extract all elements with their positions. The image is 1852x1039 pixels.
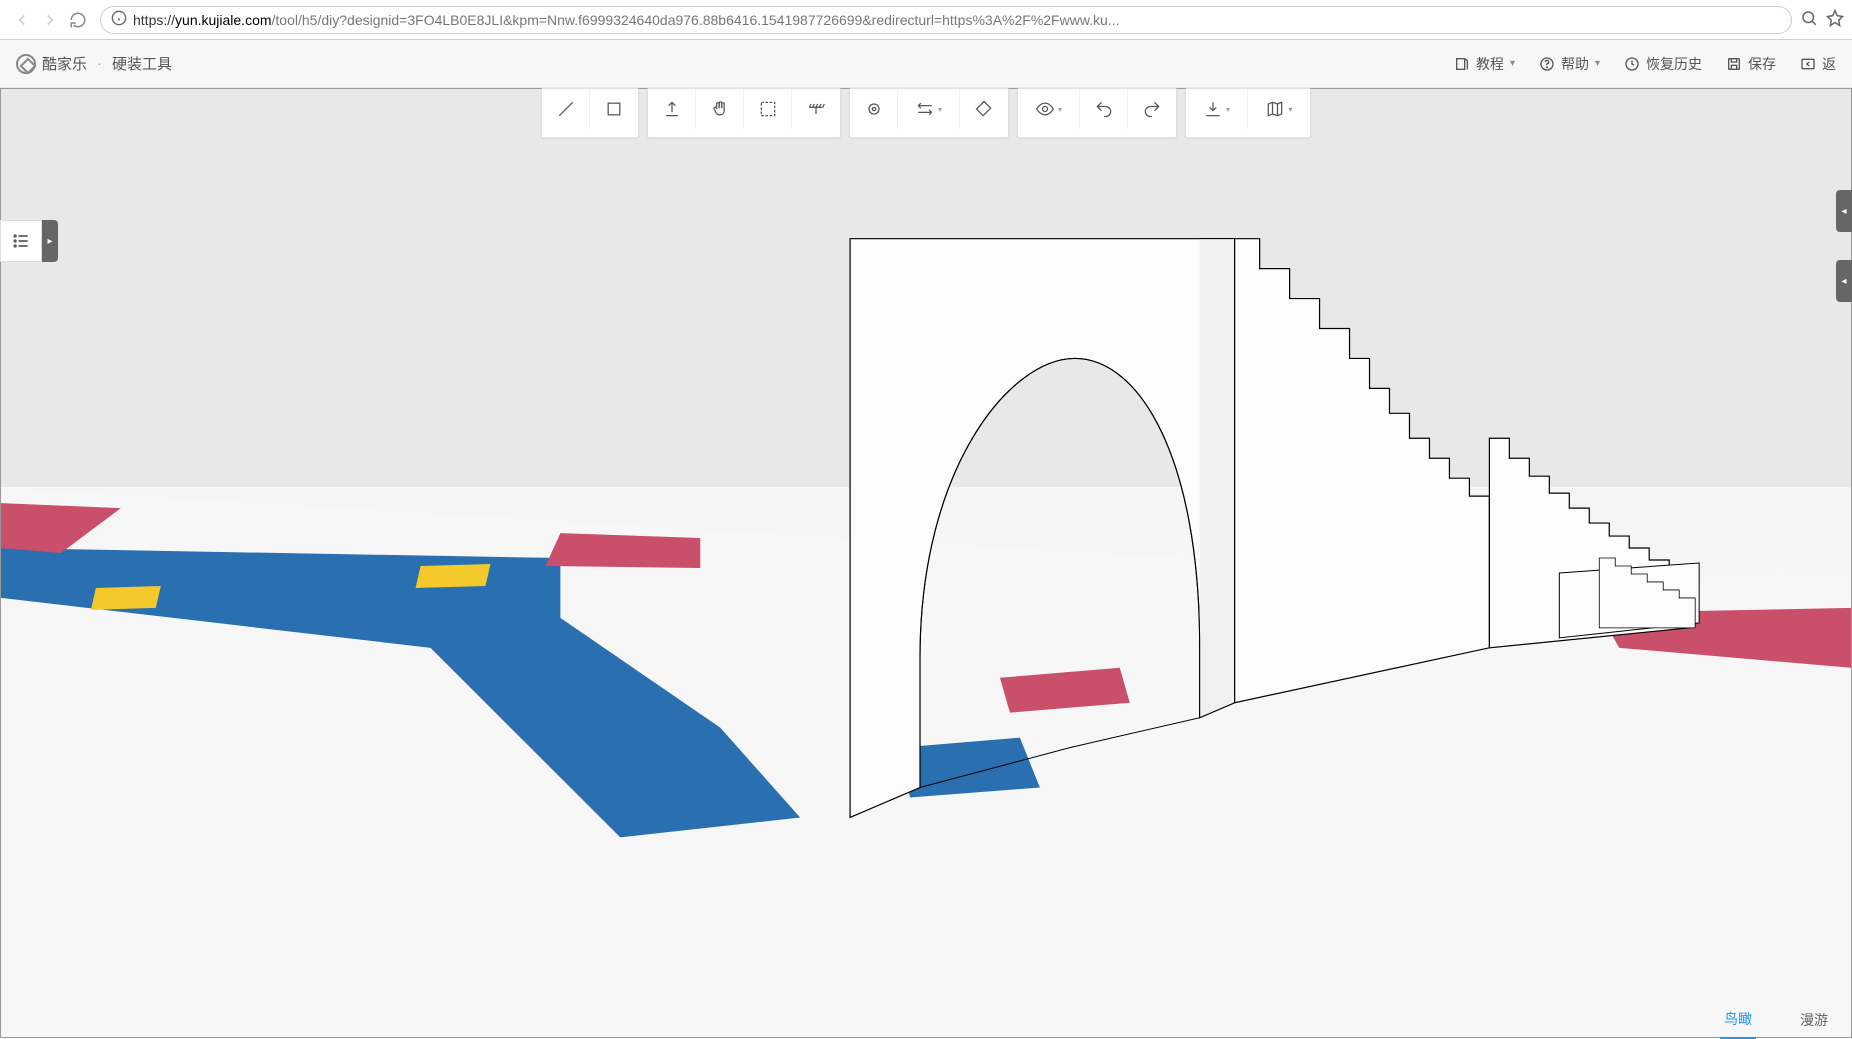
tool-group-draw (541, 88, 639, 138)
app-header: 酷家乐 · 硬装工具 教程 ▾ 帮助 ▾ 恢复历史 保存 返 (0, 40, 1852, 88)
extrude-tool[interactable] (648, 89, 696, 129)
brand-name: 酷家乐 (42, 53, 87, 74)
tool-name: 硬装工具 (112, 53, 172, 74)
map-tool[interactable]: ▾ (1248, 89, 1310, 129)
list-icon (0, 220, 42, 262)
logo-icon (16, 54, 36, 74)
help-label: 帮助 (1561, 54, 1589, 74)
tool-group-material: ▾ (849, 88, 1009, 138)
tutorial-label: 教程 (1476, 54, 1504, 74)
url-prefix: https:// (133, 12, 175, 28)
tutorial-button[interactable]: 教程 ▾ (1454, 54, 1515, 74)
tool-group-view: ▾ (1017, 88, 1177, 138)
browser-star-icon[interactable] (1826, 9, 1844, 30)
save-label: 保存 (1748, 54, 1776, 74)
brand-separator: · (97, 55, 102, 72)
chevron-down-icon: ▾ (1058, 105, 1062, 114)
side-panel-toggle[interactable]: ▸ (0, 220, 58, 262)
redo-tool[interactable] (1128, 89, 1176, 129)
tool-group-export: ▾ ▾ (1185, 88, 1311, 138)
browser-reload-button[interactable] (64, 6, 92, 34)
scene-illustration (1, 89, 1851, 1037)
restore-label: 恢复历史 (1646, 54, 1702, 74)
right-panel-handle-2[interactable]: ◂ (1836, 260, 1852, 302)
view-tabs: 鸟瞰 漫游 (1720, 1002, 1832, 1038)
select-area-tool[interactable] (744, 89, 792, 129)
target-tool[interactable] (850, 89, 898, 129)
back-label: 返 (1822, 54, 1836, 74)
chevron-down-icon: ▾ (1510, 58, 1515, 69)
save-button[interactable]: 保存 (1726, 54, 1776, 74)
right-panel-handle-1[interactable]: ◂ (1836, 190, 1852, 232)
help-button[interactable]: 帮助 ▾ (1539, 54, 1600, 74)
undo-tool[interactable] (1080, 89, 1128, 129)
header-actions: 教程 ▾ 帮助 ▾ 恢复历史 保存 返 (1454, 54, 1836, 74)
brand: 酷家乐 · 硬装工具 (16, 53, 172, 74)
restore-history-button[interactable]: 恢复历史 (1624, 54, 1702, 74)
back-button[interactable]: 返 (1800, 54, 1836, 74)
tab-roam[interactable]: 漫游 (1796, 1002, 1832, 1038)
chevron-down-icon: ▾ (1226, 105, 1230, 114)
chevron-down-icon: ▾ (1595, 58, 1600, 69)
browser-url-bar[interactable]: https://yun.kujiale.com/tool/h5/diy?desi… (100, 6, 1792, 34)
chevron-down-icon: ▾ (938, 105, 942, 114)
canvas-3d-view[interactable] (0, 88, 1852, 1038)
rect-tool[interactable] (590, 89, 638, 129)
expand-right-icon: ▸ (42, 220, 58, 262)
align-tool[interactable]: ▾ (898, 89, 960, 129)
line-tool[interactable] (542, 89, 590, 129)
paint-tool[interactable] (960, 89, 1008, 129)
download-tool[interactable]: ▾ (1186, 89, 1248, 129)
visibility-tool[interactable]: ▾ (1018, 89, 1080, 129)
ceiling-tool[interactable] (792, 89, 840, 129)
url-domain: yun.kujiale.com (175, 12, 272, 28)
browser-search-icon[interactable] (1800, 9, 1818, 30)
url-path: /tool/h5/diy?designid=3FO4LB0E8JLI&kpm=N… (272, 12, 1120, 28)
browser-bar: https://yun.kujiale.com/tool/h5/diy?desi… (0, 0, 1852, 40)
hand-tool[interactable] (696, 89, 744, 129)
tool-group-model (647, 88, 841, 138)
site-info-icon[interactable] (111, 10, 127, 29)
browser-forward-button[interactable] (36, 6, 64, 34)
chevron-down-icon: ▾ (1288, 105, 1292, 114)
tab-birdseye[interactable]: 鸟瞰 (1720, 1001, 1756, 1039)
browser-back-button[interactable] (8, 6, 36, 34)
